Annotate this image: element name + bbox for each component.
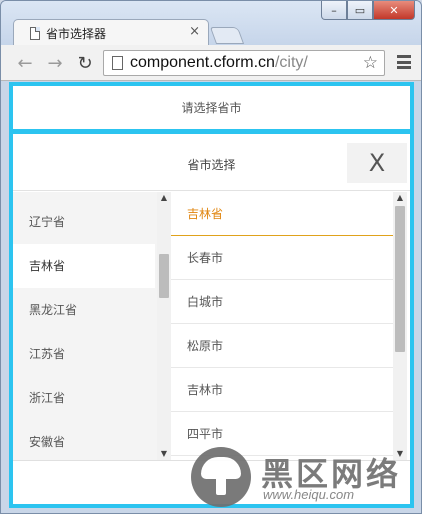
browser-window: 省市选择器 × – ▭ ✕ ← → ↻ component.cform.cn/c… (0, 0, 422, 514)
browser-toolbar: ← → ↻ component.cform.cn/city/ ☆ (1, 45, 421, 81)
menu-icon[interactable] (397, 55, 411, 69)
city-item[interactable]: 松原市 (171, 324, 393, 368)
province-item[interactable]: 安徽省 (13, 420, 155, 460)
address-bar[interactable]: component.cform.cn/city/ ☆ (103, 50, 385, 76)
back-arrow-icon[interactable]: ← (13, 51, 37, 75)
province-item[interactable]: 江苏省 (13, 332, 155, 376)
province-item[interactable]: 辽宁省 (13, 200, 155, 244)
province-list: 辽宁省 吉林省 黑龙江省 江苏省 浙江省 安徽省 (13, 192, 171, 460)
city-picker-field[interactable]: 请选择省市 (13, 86, 410, 134)
close-tab-icon[interactable]: × (189, 24, 200, 39)
province-item[interactable]: 浙江省 (13, 376, 155, 420)
maximize-button[interactable]: ▭ (347, 1, 373, 20)
page-content: 请选择省市 省市选择 X 辽宁省 吉林省 黑龙江省 江苏省 浙江省 安徽省 ▲ … (9, 82, 414, 508)
tab-title: 省市选择器 (46, 27, 107, 41)
forward-arrow-icon[interactable]: → (43, 51, 67, 75)
city-item[interactable]: 吉林市 (171, 368, 393, 412)
close-button[interactable]: X (347, 143, 407, 183)
city-scrollbar[interactable]: ▲ ▼ (393, 192, 407, 460)
province-item[interactable]: 黑龙江省 (13, 288, 155, 332)
watermark-url: www.heiqu.com (263, 487, 355, 502)
province-scrollbar[interactable]: ▲ ▼ (157, 192, 171, 460)
province-item-selected[interactable]: 吉林省 (13, 244, 155, 288)
title-bar: 省市选择器 × – ▭ ✕ (1, 1, 421, 46)
scrollbar-thumb[interactable] (159, 254, 169, 298)
page-icon (30, 27, 40, 40)
bookmark-star-icon[interactable]: ☆ (363, 53, 378, 73)
new-tab-button[interactable] (209, 27, 245, 44)
scrollbar-thumb[interactable] (395, 206, 405, 352)
watermark-logo-icon (191, 447, 251, 507)
close-window-button[interactable]: ✕ (373, 1, 415, 20)
city-item-selected[interactable]: 吉林省 (171, 192, 393, 236)
reload-icon[interactable]: ↻ (73, 51, 97, 75)
url-path: /city/ (274, 54, 308, 71)
url-text[interactable]: component.cform.cn/city/ (130, 54, 308, 72)
watermark: 黑区网络 www.heiqu.com (191, 447, 419, 509)
minimize-button[interactable]: – (321, 1, 347, 20)
city-item[interactable]: 白城市 (171, 280, 393, 324)
scroll-up-arrow-icon[interactable]: ▲ (393, 192, 407, 204)
url-host: component.cform.cn (130, 54, 275, 71)
city-item[interactable]: 长春市 (171, 236, 393, 280)
city-list: 吉林省 长春市 白城市 松原市 吉林市 四平市 (171, 192, 393, 460)
window-controls: – ▭ ✕ (321, 1, 415, 21)
page-icon (112, 56, 123, 70)
picker-header: 省市选择 X (13, 139, 410, 191)
browser-tab[interactable]: 省市选择器 × (13, 19, 209, 46)
scroll-up-arrow-icon[interactable]: ▲ (157, 192, 171, 204)
scroll-down-arrow-icon[interactable]: ▼ (157, 448, 171, 460)
